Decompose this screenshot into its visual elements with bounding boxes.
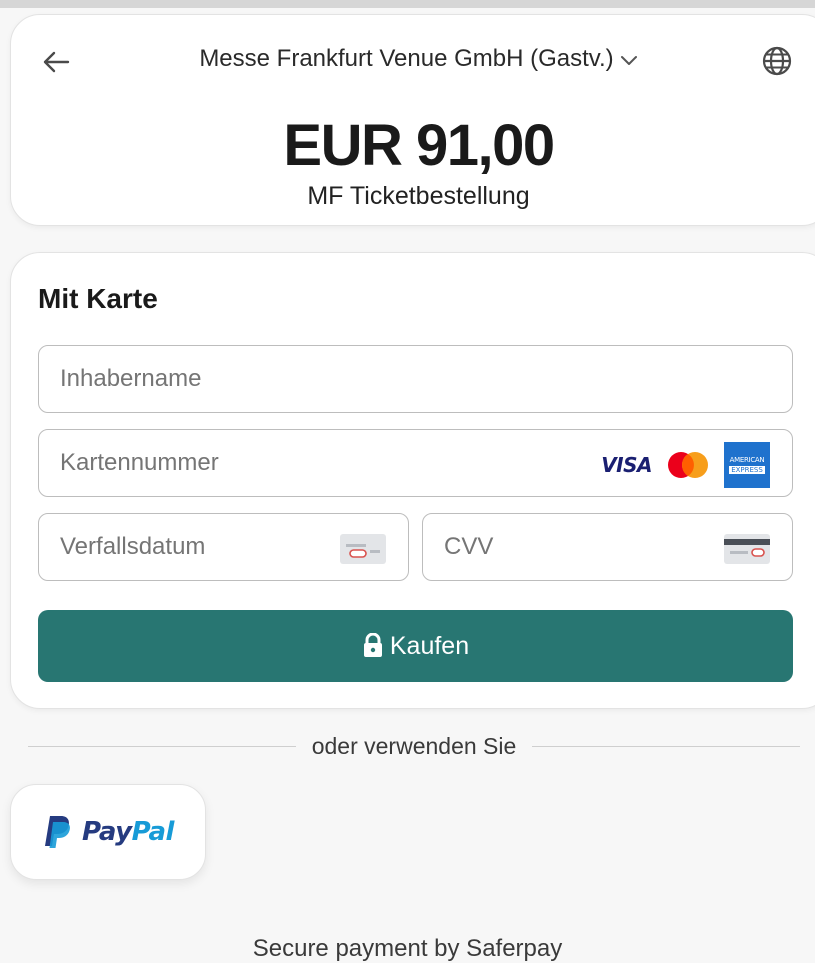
card-cvv-icon (724, 534, 770, 564)
merchant-name: Messe Frankfurt Venue GmbH (Gastv.) (199, 45, 614, 72)
visa-icon: VISA (601, 453, 652, 477)
merchant-selector[interactable]: Messe Frankfurt Venue GmbH (Gastv.) (11, 45, 815, 74)
top-strip (0, 0, 815, 8)
divider-line-right (532, 746, 801, 747)
amex-icon: AMERICAN EXPRESS (724, 442, 770, 488)
amex-text-top: AMERICAN (729, 456, 765, 464)
cardholder-field[interactable] (38, 345, 793, 413)
divider-line-left (28, 746, 296, 747)
order-description: MF Ticketbestellung (307, 182, 530, 210)
buy-button[interactable]: Kaufen (38, 610, 793, 682)
payment-amount: EUR 91,00 (283, 113, 555, 178)
card-number-field[interactable]: VISA AMERICAN EXPRESS (38, 429, 793, 497)
cvv-field[interactable] (422, 513, 793, 581)
paypal-logo-text: PayPal (82, 817, 174, 847)
paypal-pal-text: Pal (131, 817, 175, 847)
cardholder-input[interactable] (39, 345, 792, 413)
card-expiry-icon (340, 534, 386, 564)
expiry-field[interactable] (38, 513, 409, 581)
paypal-pay-text: Pay (82, 817, 132, 847)
alternative-divider: oder verwenden Sie (28, 733, 801, 760)
section-title: Mit Karte (38, 283, 158, 314)
footer-text: Secure payment by Saferpay (252, 935, 563, 962)
divider-text: oder verwenden Sie (311, 733, 517, 759)
globe-icon (762, 46, 792, 76)
amex-text-bottom: EXPRESS (729, 466, 765, 474)
paypal-icon (45, 816, 70, 848)
buy-button-label: Kaufen (389, 631, 470, 660)
payment-header-card: Messe Frankfurt Venue GmbH (Gastv.) EUR … (10, 14, 815, 226)
mastercard-icon (668, 452, 708, 478)
chevron-down-icon (620, 46, 638, 74)
language-button[interactable] (759, 43, 795, 79)
lock-icon (362, 633, 384, 659)
card-brand-icons: VISA AMERICAN EXPRESS (601, 442, 770, 488)
paypal-button[interactable]: PayPal (10, 784, 206, 880)
card-payment-form: Mit Karte VISA AMERICAN EXPRESS (10, 252, 815, 709)
